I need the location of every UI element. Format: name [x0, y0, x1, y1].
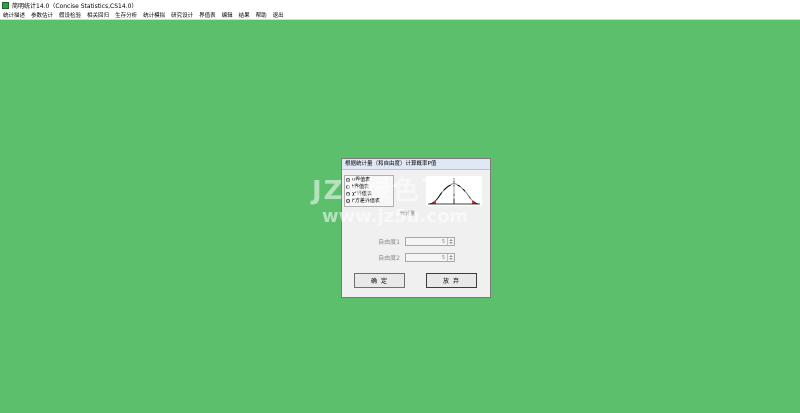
menu-survival[interactable]: 生存分析	[112, 11, 140, 19]
radio-f-table[interactable]: F方差界值表	[346, 197, 393, 204]
title-bar: 简明统计14.0（Concise Statistics,CS14.0）	[0, 0, 800, 11]
menu-hypothesis[interactable]: 假设检验	[56, 11, 84, 19]
radio-chi-square-table[interactable]: χ²界值表	[346, 190, 393, 197]
menu-regression[interactable]: 相关回归	[84, 11, 112, 19]
menu-help[interactable]: 帮助	[253, 11, 270, 19]
radio-u-table[interactable]: u界值表	[346, 176, 393, 183]
radio-button-icon	[346, 184, 350, 189]
radio-button-icon	[346, 198, 350, 203]
menu-bar: 统计描述 参数估计 假设检验 相关回归 生存分析 统计模拟 研究设计 界值表 编…	[0, 11, 800, 20]
app-icon	[2, 2, 9, 9]
spinner-arrows-icon[interactable]	[447, 238, 454, 245]
df2-spinner[interactable]: 5	[405, 253, 455, 262]
menu-descriptive[interactable]: 统计描述	[0, 11, 28, 19]
distribution-curve-image	[426, 176, 482, 206]
df1-label: 自由度1	[378, 239, 400, 246]
cancel-button[interactable]: 放 弃	[426, 273, 477, 288]
menu-results[interactable]: 结果	[236, 11, 253, 19]
radio-button-icon	[346, 191, 350, 196]
window-title: 简明统计14.0（Concise Statistics,CS14.0）	[12, 3, 138, 10]
menu-critical-tables[interactable]: 界值表	[196, 11, 219, 19]
ok-button[interactable]: 确 定	[354, 273, 405, 288]
distribution-radio-group: u界值表 t界值表 χ²界值表 F方差界值表	[344, 175, 394, 207]
radio-t-table[interactable]: t界值表	[346, 183, 393, 190]
menu-design[interactable]: 研究设计	[168, 11, 196, 19]
radio-button-icon	[346, 177, 350, 182]
dialog-title: 根据统计量（和自由度）计算概率P值	[342, 159, 490, 170]
df1-row: 自由度1 5	[344, 236, 484, 247]
df2-row: 自由度2 5	[344, 252, 484, 263]
df1-spinner[interactable]: 5	[405, 237, 455, 246]
menu-simulation[interactable]: 统计模拟	[140, 11, 168, 19]
menu-estimation[interactable]: 参数估计	[28, 11, 56, 19]
menu-edit[interactable]: 编辑	[219, 11, 236, 19]
spinner-arrows-icon[interactable]	[447, 254, 454, 261]
df2-label: 自由度2	[378, 255, 400, 262]
statistic-label: 统计量	[400, 211, 416, 217]
menu-exit[interactable]: 退出	[270, 11, 287, 19]
p-value-dialog: 根据统计量（和自由度）计算概率P值 u界值表 t界值表 χ²界值表 F方差界值表…	[341, 158, 491, 298]
